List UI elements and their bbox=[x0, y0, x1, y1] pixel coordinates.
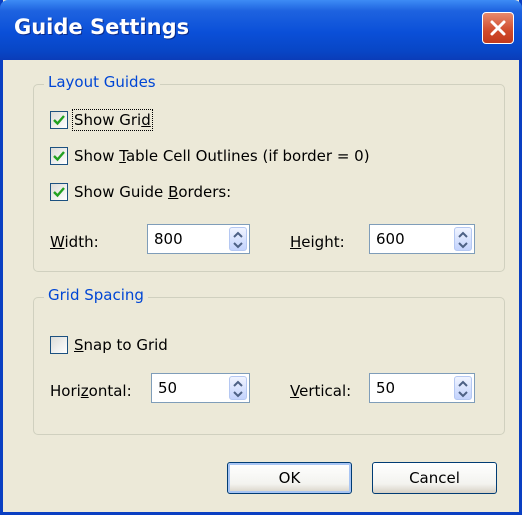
dialog-title: Guide Settings bbox=[14, 15, 190, 39]
show-guide-borders-label-pre: Show Guide bbox=[74, 183, 169, 201]
show-table-outlines-accelerator: T bbox=[119, 147, 126, 165]
chevron-up-icon bbox=[458, 380, 468, 387]
vertical-value: 50 bbox=[376, 379, 396, 397]
close-icon bbox=[490, 20, 506, 36]
show-table-outlines-checkbox[interactable] bbox=[50, 147, 68, 165]
show-grid-accelerator: d bbox=[141, 111, 151, 129]
vertical-spin-buttons[interactable] bbox=[454, 376, 472, 400]
snap-to-grid-label: Snap to Grid bbox=[74, 336, 168, 354]
width-label-rest: idth: bbox=[64, 233, 99, 251]
horizontal-accelerator: z bbox=[80, 382, 89, 400]
vertical-spinner[interactable]: 50 bbox=[369, 373, 475, 403]
horizontal-spin-buttons[interactable] bbox=[229, 376, 247, 400]
title-bar[interactable]: Guide Settings bbox=[0, 0, 522, 60]
chevron-up-icon bbox=[458, 231, 468, 238]
width-accelerator: W bbox=[50, 233, 65, 251]
show-guide-borders-label-post: orders: bbox=[178, 183, 232, 201]
vertical-accelerator: V bbox=[290, 382, 300, 400]
width-spinner[interactable]: 800 bbox=[147, 224, 250, 254]
vertical-label: Vertical: bbox=[290, 382, 351, 400]
chevron-down-icon bbox=[458, 391, 468, 398]
horizontal-value: 50 bbox=[158, 379, 178, 397]
checkmark-icon bbox=[53, 151, 65, 162]
show-grid-label: Show Grid bbox=[72, 109, 153, 131]
show-guide-borders-checkbox[interactable] bbox=[50, 183, 68, 201]
chevron-down-icon bbox=[458, 242, 468, 249]
height-value: 600 bbox=[376, 230, 405, 248]
height-label: Height: bbox=[290, 233, 345, 251]
height-spin-buttons[interactable] bbox=[454, 227, 472, 251]
horizontal-label-post: ontal: bbox=[88, 382, 132, 400]
show-table-outlines-option[interactable]: Show Table Cell Outlines (if border = 0) bbox=[50, 144, 370, 168]
width-label: Width: bbox=[50, 233, 99, 251]
layout-guides-title: Layout Guides bbox=[44, 73, 160, 91]
grid-spacing-title: Grid Spacing bbox=[44, 286, 148, 304]
show-guide-borders-option[interactable]: Show Guide Borders: bbox=[50, 180, 231, 204]
show-guide-borders-accelerator: B bbox=[168, 183, 179, 201]
horizontal-label-pre: Hori bbox=[50, 382, 81, 400]
ok-button[interactable]: OK bbox=[227, 462, 352, 494]
chevron-up-icon bbox=[233, 380, 243, 387]
horizontal-label: Horizontal: bbox=[50, 382, 132, 400]
height-label-rest: eight: bbox=[301, 233, 345, 251]
show-grid-option[interactable]: Show Grid bbox=[50, 108, 153, 132]
show-table-outlines-label-post: able Cell Outlines (if border = 0) bbox=[125, 147, 370, 165]
width-spin-buttons[interactable] bbox=[229, 227, 247, 251]
show-table-outlines-label: Show Table Cell Outlines (if border = 0) bbox=[74, 147, 370, 165]
horizontal-spinner[interactable]: 50 bbox=[151, 373, 250, 403]
checkmark-icon bbox=[53, 187, 65, 198]
vertical-label-rest: ertical: bbox=[299, 382, 352, 400]
height-spinner[interactable]: 600 bbox=[369, 224, 475, 254]
close-button[interactable] bbox=[482, 12, 514, 44]
chevron-down-icon bbox=[233, 242, 243, 249]
show-grid-checkbox[interactable] bbox=[50, 111, 68, 129]
checkmark-icon bbox=[53, 115, 65, 126]
show-grid-label-pre: Show Gri bbox=[74, 111, 142, 129]
snap-to-grid-option[interactable]: Snap to Grid bbox=[50, 333, 168, 357]
snap-to-grid-label-rest: nap to Grid bbox=[83, 336, 168, 354]
show-guide-borders-label: Show Guide Borders: bbox=[74, 183, 231, 201]
width-value: 800 bbox=[154, 230, 183, 248]
height-accelerator: H bbox=[290, 233, 302, 251]
grid-spacing-group: Grid Spacing bbox=[33, 286, 505, 435]
chevron-up-icon bbox=[233, 231, 243, 238]
show-table-outlines-label-pre: Show bbox=[74, 147, 120, 165]
chevron-down-icon bbox=[233, 391, 243, 398]
snap-to-grid-accelerator: S bbox=[74, 336, 84, 354]
snap-to-grid-checkbox[interactable] bbox=[50, 336, 68, 354]
guide-settings-dialog: Guide Settings Layout Guides Show Grid S… bbox=[0, 0, 522, 515]
cancel-button[interactable]: Cancel bbox=[372, 462, 497, 494]
